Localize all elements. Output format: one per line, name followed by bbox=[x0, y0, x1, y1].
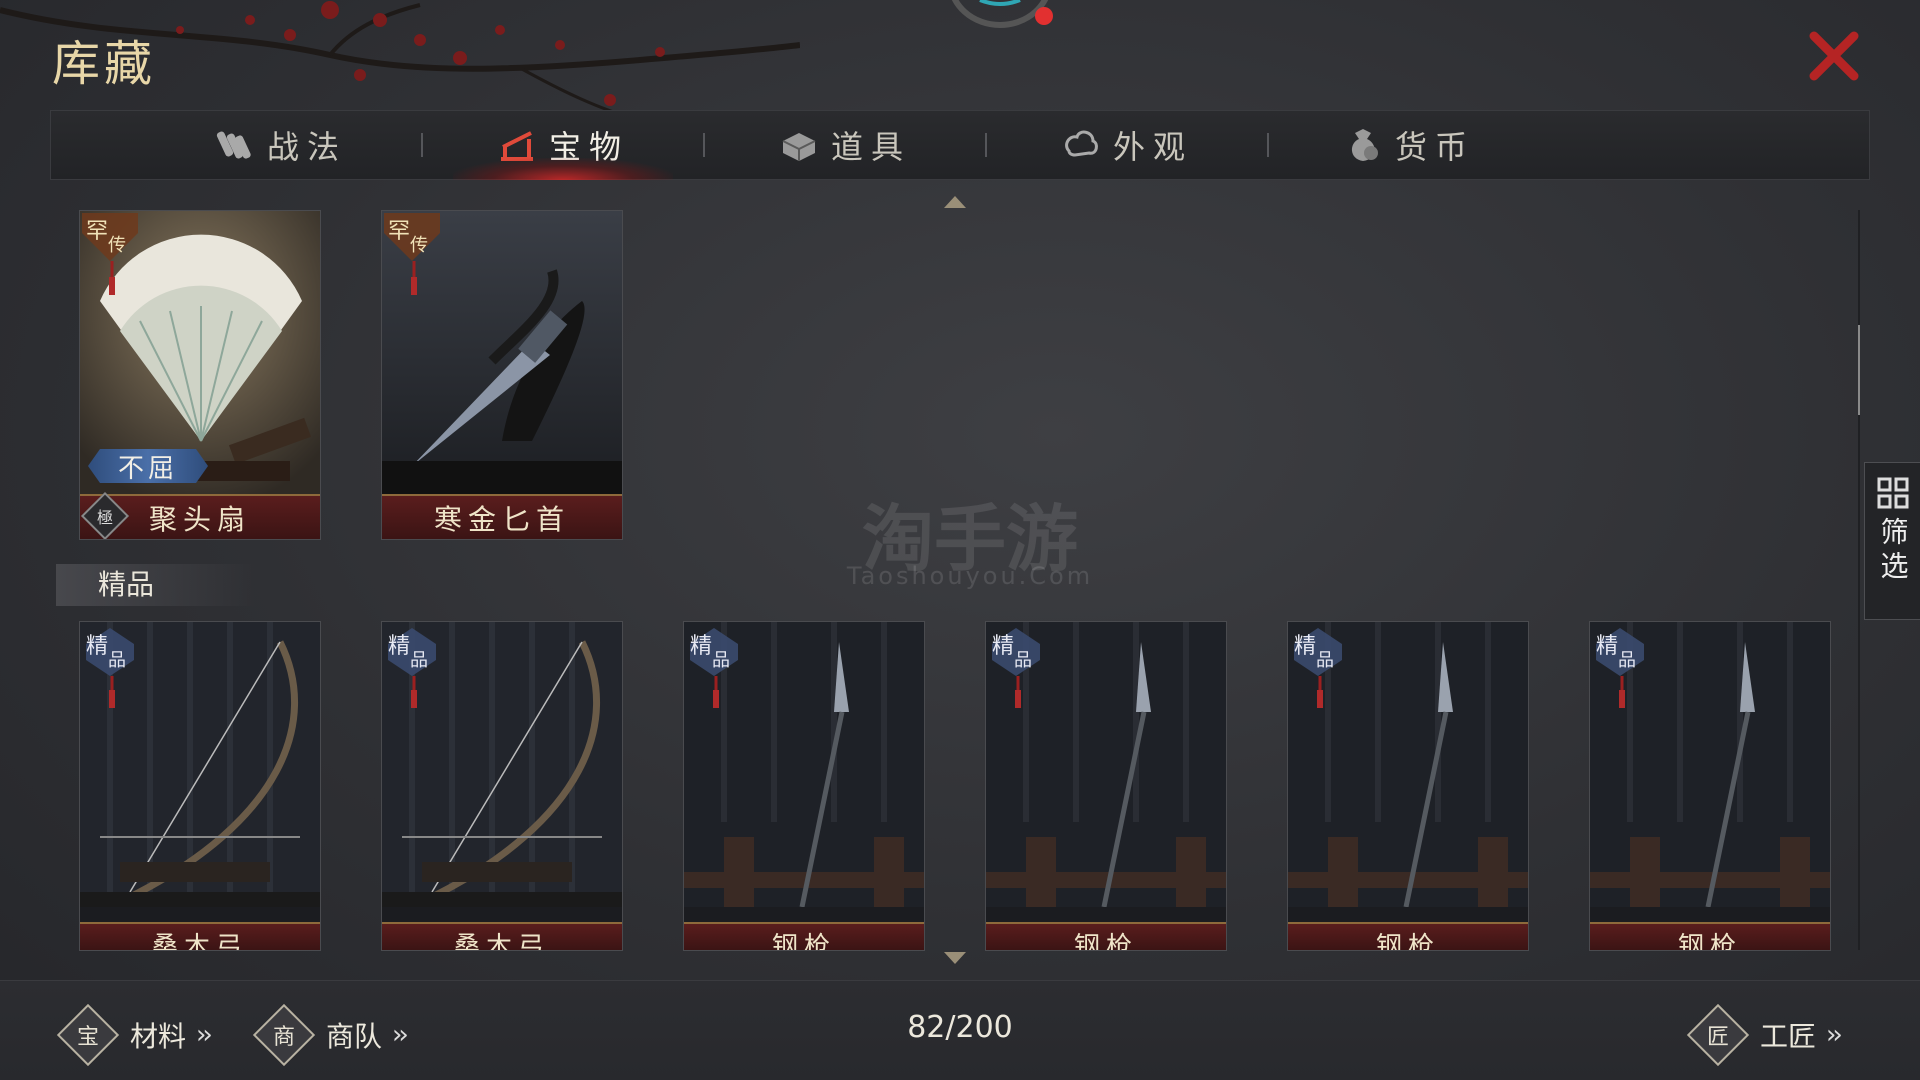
badge-char: 品 bbox=[1316, 650, 1334, 671]
double-chevron-icon: ›› bbox=[1826, 1020, 1843, 1050]
item-name: 钢枪 bbox=[684, 922, 924, 950]
tab-label: 战法 bbox=[266, 128, 347, 166]
section-label-quality: 精品 bbox=[56, 564, 256, 606]
double-chevron-icon: ›› bbox=[392, 1020, 409, 1050]
item-card-spear[interactable]: 精品钢枪 bbox=[985, 621, 1227, 951]
item-name: 桑木弓 bbox=[382, 922, 622, 950]
scroll-down-arrow-icon[interactable] bbox=[944, 952, 966, 964]
scroll-bundle-icon bbox=[216, 131, 251, 159]
item-name: 钢枪 bbox=[1288, 922, 1528, 950]
item-card-spear[interactable]: 精品钢枪 bbox=[1589, 621, 1831, 951]
item-card-dagger[interactable]: 罕 传 寒金匕首 bbox=[381, 210, 623, 540]
tab-currency[interactable]: 货币 bbox=[1269, 110, 1549, 180]
item-card-spear[interactable]: 精品钢枪 bbox=[683, 621, 925, 951]
badge-char: 罕 bbox=[388, 219, 411, 244]
badge-char: 传 bbox=[108, 235, 126, 256]
badge-char: 品 bbox=[1014, 650, 1032, 671]
materials-button[interactable]: 宝 材料 ›› bbox=[56, 1003, 213, 1067]
double-chevron-icon: ›› bbox=[196, 1020, 213, 1050]
item-card-bow[interactable]: 精品桑木弓 bbox=[79, 621, 321, 951]
treasure-stand-icon bbox=[500, 131, 533, 161]
craftsman-button[interactable]: 匠 工匠 ›› bbox=[1686, 1003, 1843, 1067]
chest-icon bbox=[782, 133, 816, 161]
caravan-icon: 商 bbox=[252, 1003, 316, 1067]
caravan-button[interactable]: 商 商队 ›› bbox=[252, 1003, 409, 1067]
badge-char: 传 bbox=[410, 235, 428, 256]
trait-tag: 不屈 bbox=[88, 449, 208, 483]
badge-char: 品 bbox=[712, 650, 730, 671]
item-name: 寒金匕首 bbox=[382, 494, 622, 539]
item-card-feather-fan[interactable]: 罕 传 不屈 聚头扇 極 bbox=[79, 210, 321, 540]
badge-char: 精 bbox=[388, 634, 411, 659]
money-bag-icon bbox=[1351, 129, 1378, 161]
item-card-spear[interactable]: 精品钢枪 bbox=[1287, 621, 1529, 951]
tab-label: 道具 bbox=[830, 128, 911, 166]
page-title: 库藏 bbox=[52, 36, 157, 92]
craftsman-icon: 匠 bbox=[1686, 1003, 1750, 1067]
materials-icon: 宝 bbox=[56, 1003, 120, 1067]
badge-char: 精 bbox=[1294, 634, 1317, 659]
cloud-swirl-icon bbox=[1065, 130, 1098, 157]
grid-icon bbox=[1877, 477, 1908, 509]
inventory-count: 82/200 bbox=[907, 1010, 1013, 1045]
badge-char: 品 bbox=[410, 650, 428, 671]
item-card-bow[interactable]: 精品桑木弓 bbox=[381, 621, 623, 951]
badge-char: 精 bbox=[1596, 634, 1619, 659]
tab-treasures[interactable]: 宝物 bbox=[423, 110, 703, 180]
tab-tactics[interactable]: 战法 bbox=[141, 110, 421, 180]
tab-items[interactable]: 道具 bbox=[705, 110, 985, 180]
caravan-label: 商队 bbox=[326, 1020, 383, 1053]
close-icon[interactable] bbox=[1806, 28, 1862, 84]
tab-label: 货币 bbox=[1394, 128, 1475, 166]
scrollbar-thumb[interactable] bbox=[1858, 325, 1860, 415]
tab-appearance[interactable]: 外观 bbox=[987, 110, 1267, 180]
scrollbar-track[interactable] bbox=[1858, 210, 1860, 950]
badge-char: 精 bbox=[86, 634, 109, 659]
item-name: 钢枪 bbox=[1590, 922, 1830, 950]
top-ornament bbox=[951, 0, 1053, 28]
tab-label: 宝物 bbox=[548, 128, 629, 166]
badge-char: 品 bbox=[1618, 650, 1636, 671]
category-tabbar: 战法 宝物 道具 外观 货币 bbox=[50, 110, 1870, 180]
scroll-up-arrow-icon[interactable] bbox=[944, 196, 966, 208]
craftsman-label: 工匠 bbox=[1760, 1020, 1817, 1053]
badge-char: 精 bbox=[992, 634, 1015, 659]
item-name: 钢枪 bbox=[986, 922, 1226, 950]
badge-char: 罕 bbox=[86, 219, 109, 244]
filter-label: 筛选 bbox=[1876, 517, 1910, 585]
tab-label: 外观 bbox=[1112, 128, 1193, 166]
watermark-sub: Taoshouyou.Com bbox=[846, 562, 1094, 590]
badge-char: 精 bbox=[690, 634, 713, 659]
materials-label: 材料 bbox=[130, 1020, 187, 1053]
badge-char: 品 bbox=[108, 650, 126, 671]
item-name: 桑木弓 bbox=[80, 922, 320, 950]
filter-button[interactable]: 筛选 bbox=[1864, 462, 1920, 620]
